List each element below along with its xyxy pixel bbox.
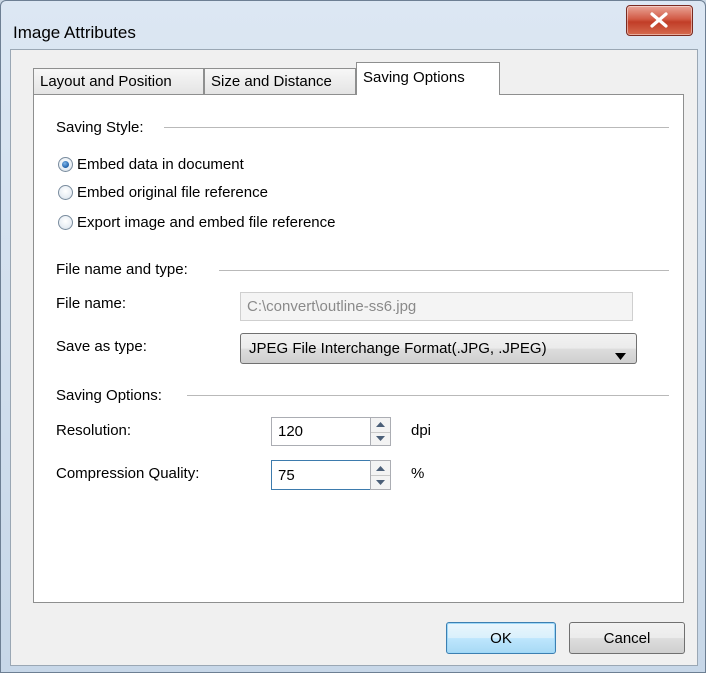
compression-quality-input[interactable]: 75 [271, 460, 371, 490]
save-as-type-label: Save as type: [56, 338, 147, 355]
dialog-client: Layout and Position Size and Distance Sa… [10, 49, 698, 666]
dialog-window: Image Attributes Layout and Position Siz… [0, 0, 706, 673]
resolution-stepper[interactable]: 120 [271, 417, 397, 446]
chevron-down-icon [615, 347, 626, 364]
radio-export-image[interactable]: Export image and embed file reference [58, 212, 335, 232]
resolution-label: Resolution: [56, 422, 132, 439]
tab-saving-options[interactable]: Saving Options [356, 62, 500, 95]
cancel-button[interactable]: Cancel [569, 622, 685, 654]
saving-options-heading: Saving Options: [56, 387, 166, 404]
title-bar[interactable]: Image Attributes [1, 1, 705, 51]
saving-options-panel: Saving Style: Embed data in document Emb… [33, 94, 684, 603]
radio-embed-original-reference[interactable]: Embed original file reference [58, 182, 268, 202]
spin-down-icon[interactable] [371, 475, 390, 489]
spin-up-icon[interactable] [371, 461, 390, 476]
save-as-type-value: JPEG File Interchange Format(.JPG, .JPEG… [249, 340, 547, 357]
file-group-heading: File name and type: [56, 261, 192, 278]
radio-button[interactable] [58, 184, 73, 200]
radio-button-checked[interactable] [58, 156, 73, 172]
tab-size-and-distance[interactable]: Size and Distance [204, 68, 356, 94]
radio-embed-data[interactable]: Embed data in document [58, 154, 244, 174]
resolution-unit: dpi [411, 422, 432, 439]
radio-label: Embed original file reference [77, 183, 268, 201]
window-title: Image Attributes [13, 23, 136, 42]
resolution-spin-buttons [370, 417, 391, 446]
spin-up-icon[interactable] [371, 418, 390, 433]
divider [164, 127, 669, 128]
file-name-label: File name: [56, 295, 127, 312]
close-button[interactable] [626, 5, 693, 36]
file-name-field[interactable]: C:\convert\outline-ss6.jpg [240, 292, 633, 321]
compression-quality-label: Compression Quality: [56, 465, 200, 482]
compression-quality-unit: % [411, 465, 425, 482]
radio-label: Embed data in document [77, 155, 244, 173]
save-as-type-select[interactable]: JPEG File Interchange Format(.JPG, .JPEG… [240, 333, 637, 364]
compression-quality-stepper[interactable]: 75 [271, 460, 397, 490]
radio-label: Export image and embed file reference [77, 213, 336, 231]
compression-spin-buttons [370, 460, 391, 490]
radio-button[interactable] [58, 214, 73, 230]
spin-down-icon[interactable] [371, 432, 390, 446]
saving-style-heading: Saving Style: [56, 119, 148, 136]
divider [219, 270, 669, 271]
resolution-input[interactable]: 120 [271, 417, 371, 446]
ok-button[interactable]: OK [446, 622, 556, 654]
tab-layout-and-position[interactable]: Layout and Position [33, 68, 204, 94]
divider [187, 395, 669, 396]
